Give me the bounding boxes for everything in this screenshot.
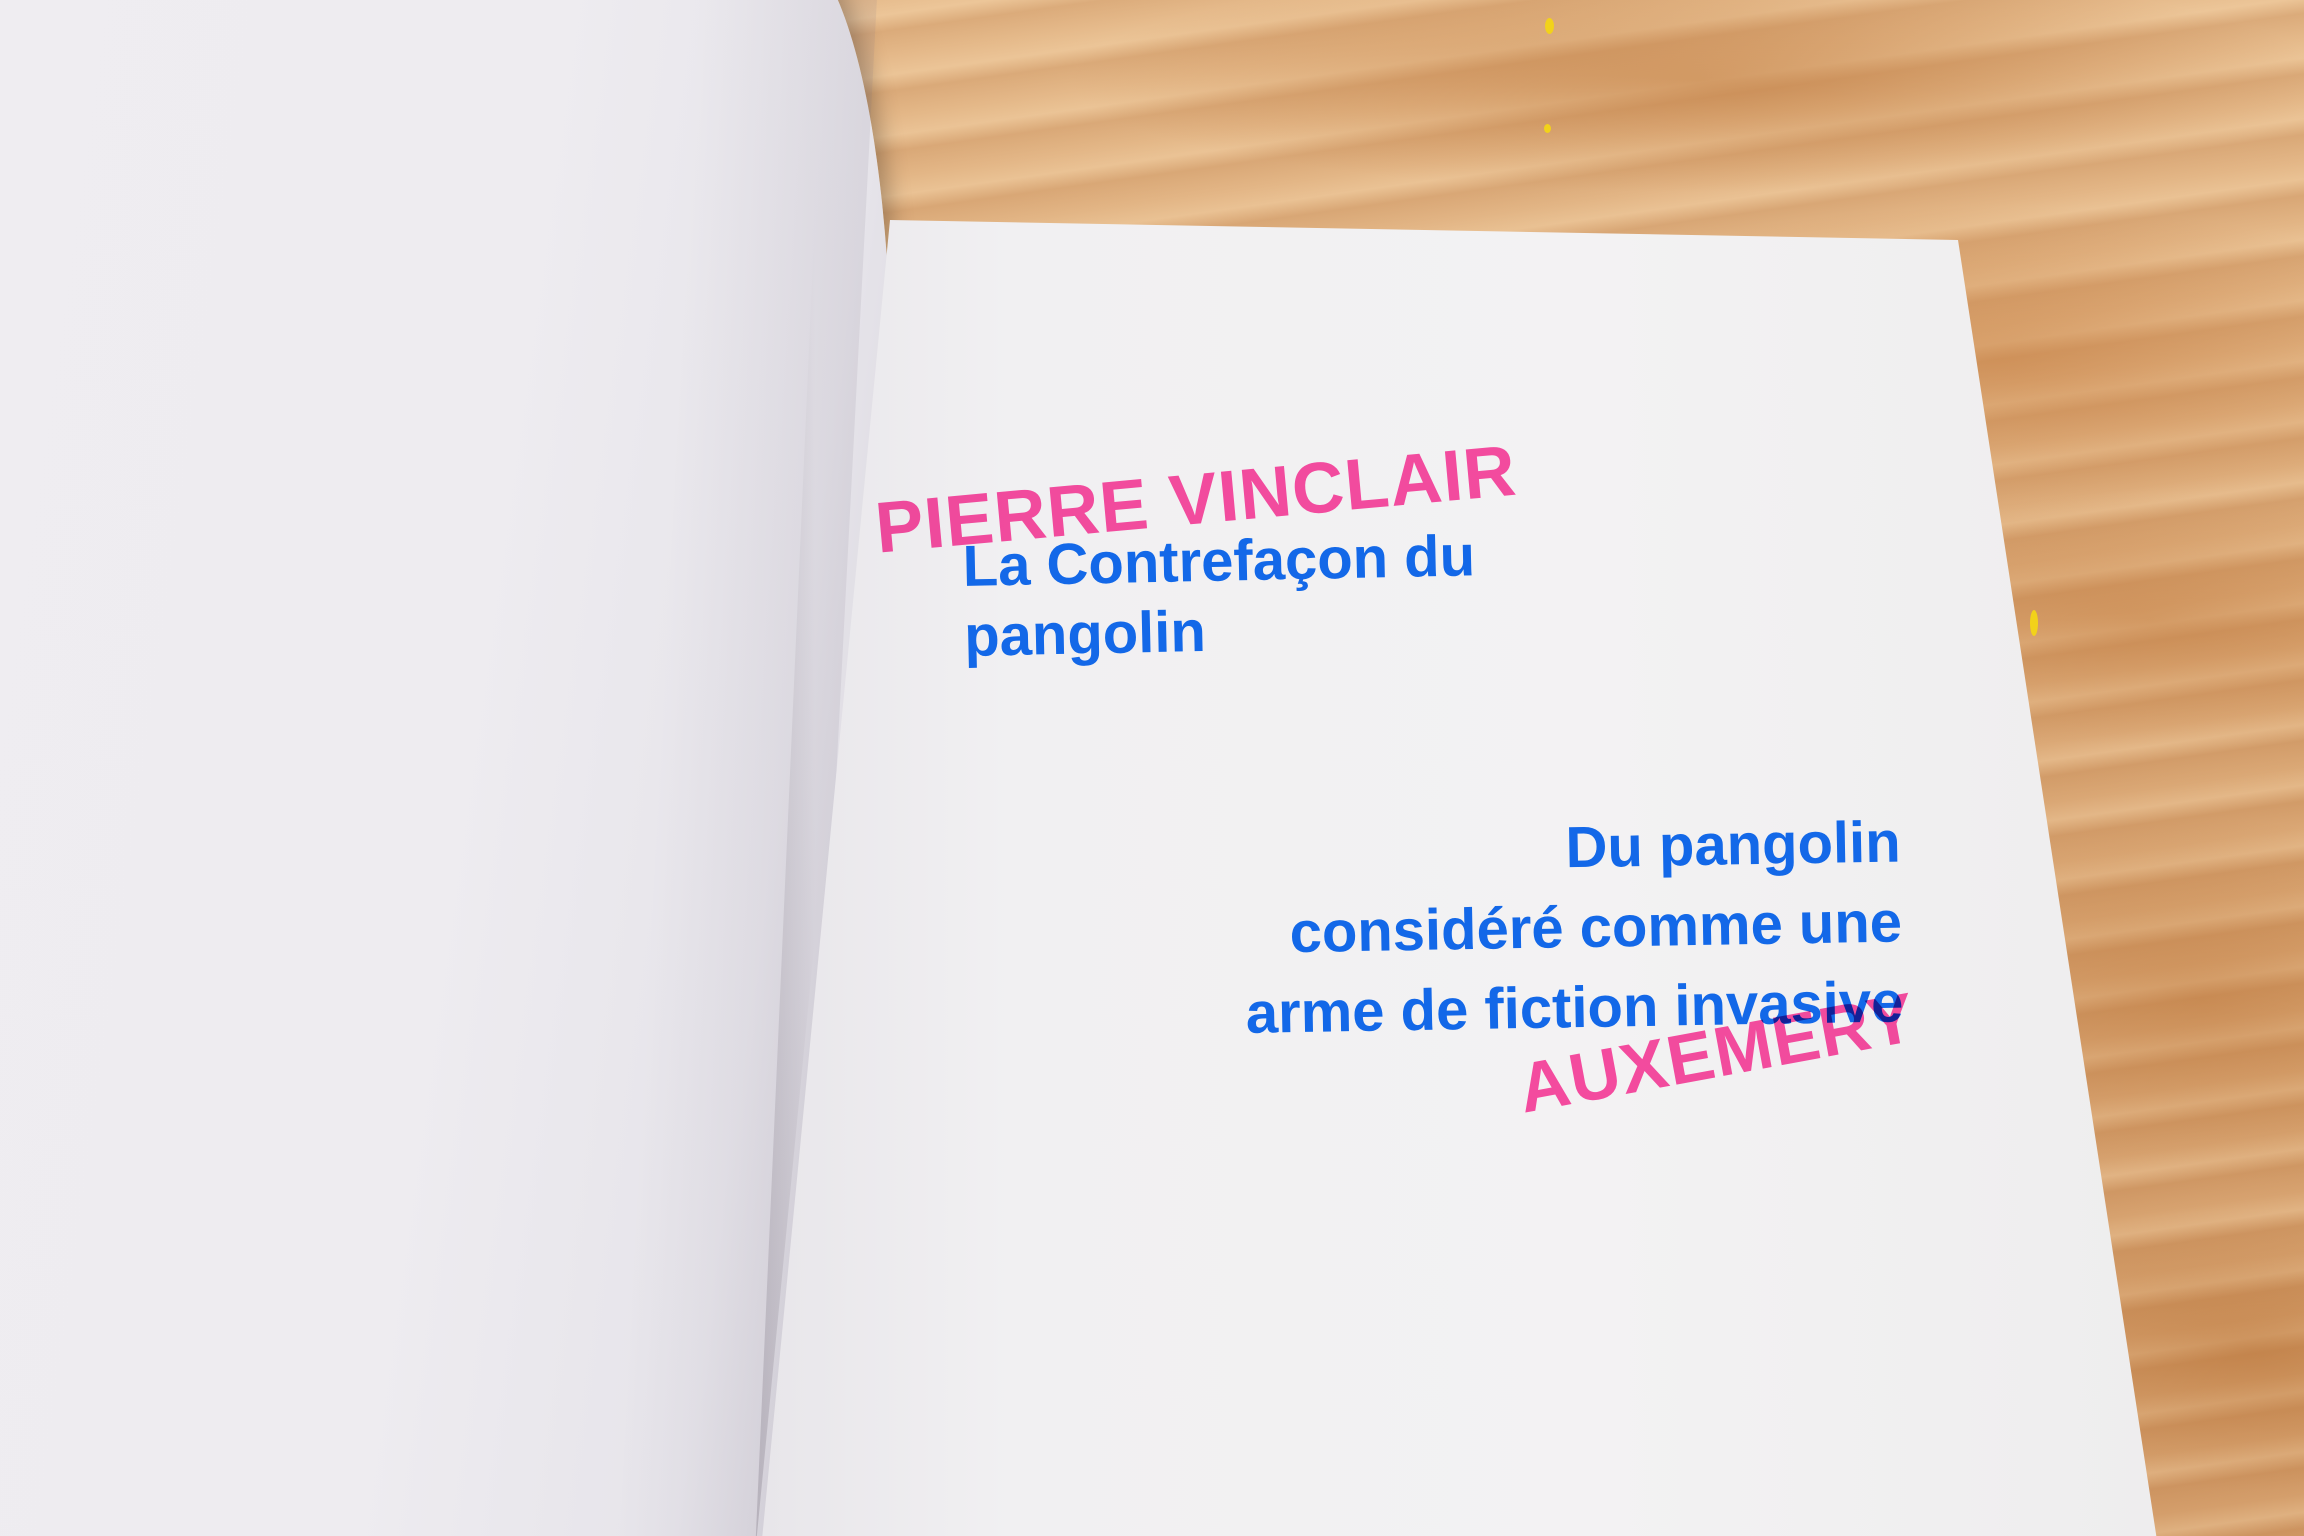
subtitle-line-1: Du pangolin <box>1564 809 1902 881</box>
paint-speck <box>1545 18 1554 34</box>
photo-scene: PIERRE VINCLAIR La Contrefaçon du pangol… <box>0 0 2304 1536</box>
left-book-page <box>0 0 921 1536</box>
subtitle-line-2: considéré comme une <box>1289 889 1903 966</box>
title-line-1: La Contrefaçon du <box>962 523 1476 599</box>
paint-speck <box>1544 124 1551 133</box>
book-title: La Contrefaçon du pangolin <box>962 521 1477 672</box>
paint-speck <box>2030 610 2038 636</box>
title-line-2: pangolin <box>963 598 1207 669</box>
